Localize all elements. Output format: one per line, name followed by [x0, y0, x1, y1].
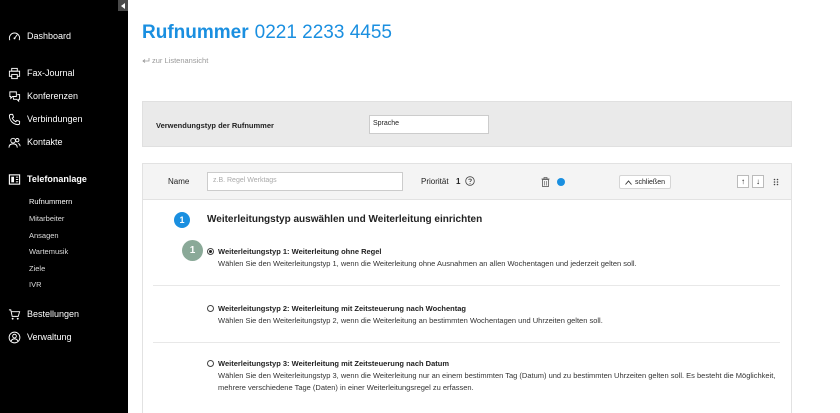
page-title: Rufnummer 0221 2233 4455: [142, 22, 392, 44]
collapse-rule-label: schließen: [635, 178, 665, 186]
usage-type-label: Verwendungstyp der Rufnummer: [156, 121, 274, 130]
trash-icon[interactable]: [541, 177, 550, 187]
rule-name-label: Name: [168, 177, 190, 186]
sidebar: Dashboard Fax-Journal Konferenzen Verbin…: [0, 0, 128, 413]
sidebar-item-dashboard[interactable]: Dashboard: [8, 29, 71, 43]
sidebar-item-label: Fax-Journal: [27, 68, 75, 78]
sidebar-item-label: Verbindungen: [27, 114, 83, 124]
caret-left-icon: [121, 2, 125, 9]
collapse-rule-button[interactable]: schließen: [619, 175, 671, 189]
back-link-label: zur Listenansicht: [152, 56, 209, 65]
sidebar-item-label: Bestellungen: [27, 309, 80, 319]
user-circle-icon: [8, 331, 21, 344]
sidebar-item-verwaltung[interactable]: Verwaltung: [8, 330, 72, 344]
chat-icon: [8, 90, 21, 103]
sidebar-item-fax-journal[interactable]: Fax-Journal: [8, 66, 75, 80]
rule-header: Name z.B. Regel Werktags Priorität 1 sch…: [143, 164, 791, 200]
divider: [153, 285, 780, 286]
radio-button[interactable]: [207, 360, 214, 367]
option-description: Wählen Sie den Weiterleitungstyp 1, wenn…: [218, 259, 637, 268]
sidebar-item-verbindungen[interactable]: Verbindungen: [8, 112, 83, 126]
step-badge: 1: [174, 212, 190, 228]
sidebar-item-konferenzen[interactable]: Konferenzen: [8, 89, 78, 103]
contacts-icon: [8, 136, 21, 149]
sidebar-item-bestellungen[interactable]: Bestellungen: [8, 307, 79, 321]
option-title: Weiterleitungstyp 2: Weiterleitung mit Z…: [218, 304, 466, 313]
sidebar-subitem-wartemusik[interactable]: Wartemusik: [29, 247, 68, 257]
sidebar-item-telefonanlage[interactable]: Telefonanlage: [8, 172, 87, 186]
sidebar-item-label: Konferenzen: [27, 91, 79, 101]
priority-value: 1: [456, 177, 461, 186]
rule-name-input[interactable]: z.B. Regel Werktags: [207, 172, 403, 191]
chevron-up-icon: [625, 179, 632, 185]
sidebar-subitem-ansagen[interactable]: Ansagen: [29, 231, 59, 241]
help-icon[interactable]: [465, 176, 475, 186]
option-title: Weiterleitungstyp 3: Weiterleitung mit Z…: [218, 359, 450, 368]
cart-icon: [8, 308, 21, 321]
sidebar-item-label: Dashboard: [27, 31, 72, 41]
usage-type-select[interactable]: Sprache: [369, 115, 489, 134]
drag-handle-icon[interactable]: [773, 178, 779, 186]
main-content: Rufnummer 0221 2233 4455 zur Listenansich…: [128, 0, 840, 413]
radio-button[interactable]: [207, 305, 214, 312]
back-to-list-link[interactable]: zur Listenansicht: [142, 56, 208, 65]
option-description: Wählen Sie den Weiterleitungstyp 3, wenn…: [218, 371, 776, 392]
active-toggle[interactable]: [557, 178, 565, 186]
sidebar-subitem-mitarbeiter[interactable]: Mitarbeiter: [29, 214, 64, 224]
sidebar-item-label: Verwaltung: [27, 332, 72, 342]
priority-label: Priorität: [421, 177, 449, 186]
return-arrow-icon: [142, 58, 150, 63]
gauge-icon: [8, 30, 21, 43]
divider: [153, 342, 780, 343]
option-description: Wählen Sie den Weiterleitungstyp 2, wenn…: [218, 316, 603, 325]
option-title: Weiterleitungstyp 1: Weiterleitung ohne …: [218, 247, 382, 256]
usage-type-panel: Verwendungstyp der Rufnummer Sprache: [142, 101, 792, 147]
sidebar-item-kontakte[interactable]: Kontakte: [8, 135, 63, 149]
sidebar-subitem-ziele[interactable]: Ziele: [29, 264, 45, 274]
sidebar-collapse-button[interactable]: [118, 0, 128, 11]
radio-button-selected[interactable]: [207, 248, 214, 255]
sidebar-item-label: Telefonanlage: [27, 174, 87, 184]
annotation-marker: 1: [182, 240, 203, 261]
printer-icon: [8, 67, 21, 80]
section-title: Weiterleitungstyp auswählen und Weiterle…: [207, 214, 483, 225]
move-down-button[interactable]: ↓: [752, 175, 764, 188]
forwarding-rule-panel: Name z.B. Regel Werktags Priorität 1 sch…: [142, 163, 792, 413]
sidebar-subitem-ivr[interactable]: IVR: [29, 280, 42, 290]
pbx-icon: [8, 173, 21, 186]
phone-icon: [8, 113, 21, 126]
sidebar-subitem-rufnummern[interactable]: Rufnummern: [29, 197, 72, 207]
move-up-button[interactable]: ↑: [737, 175, 749, 188]
sidebar-item-label: Kontakte: [27, 137, 63, 147]
page-title-label: Rufnummer: [142, 22, 249, 43]
page-title-number: 0221 2233 4455: [254, 22, 392, 43]
